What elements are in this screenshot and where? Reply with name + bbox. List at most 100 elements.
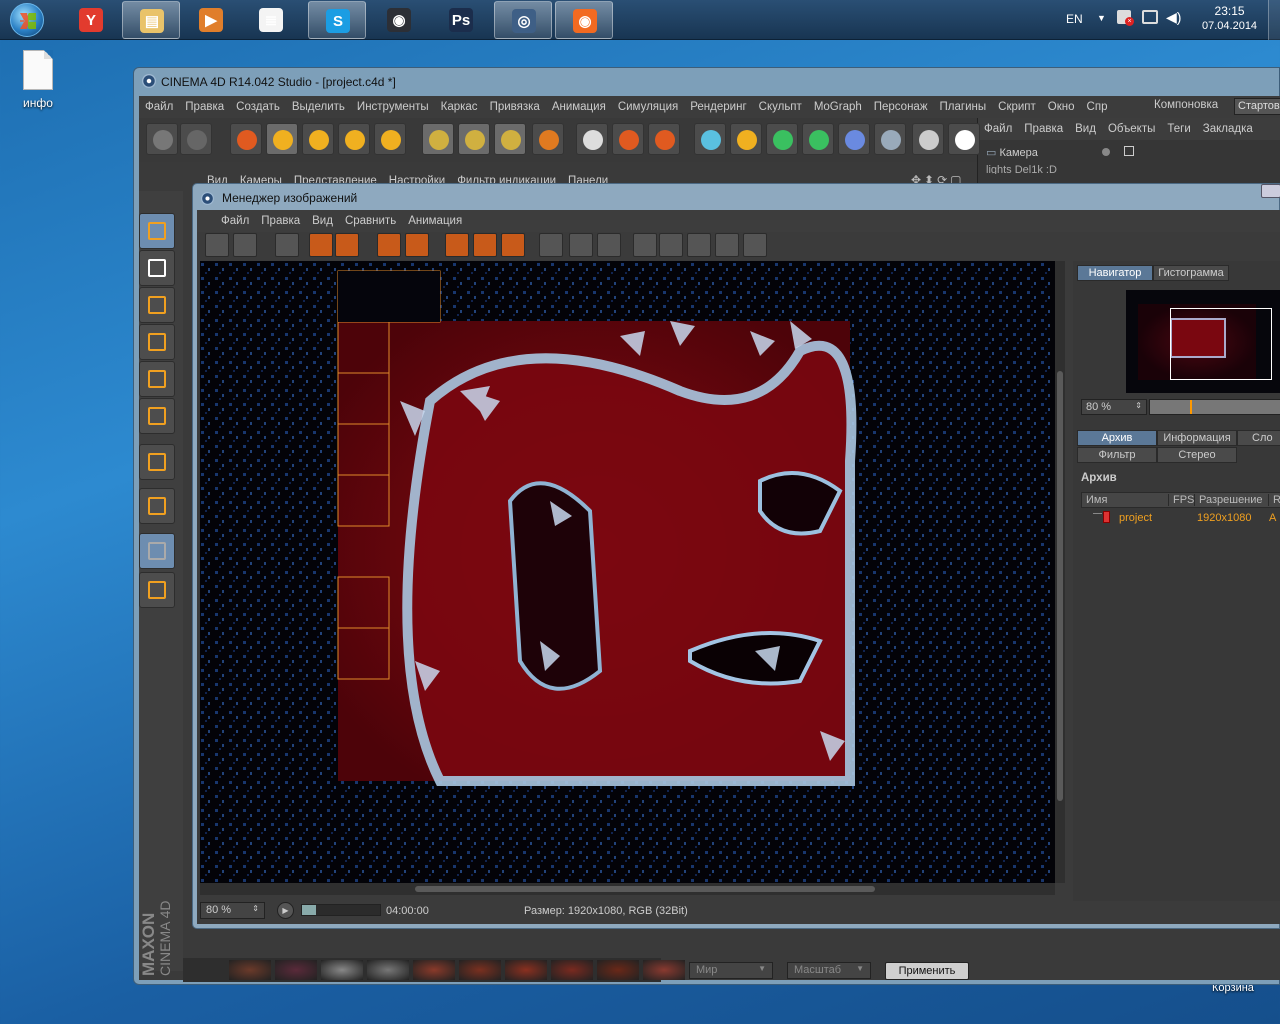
compare-ab-button[interactable] (687, 233, 711, 257)
menu-item[interactable]: Привязка (484, 101, 546, 113)
taskbar-cinema4d[interactable]: ◎ (494, 1, 552, 39)
material-swatch[interactable] (275, 960, 317, 980)
menu-item[interactable]: Анимация (546, 101, 612, 113)
lock-workplane-button[interactable] (139, 533, 175, 569)
view-swap-button[interactable] (569, 233, 593, 257)
rotate-button[interactable] (338, 123, 370, 155)
menu-item[interactable]: Спр (1081, 101, 1114, 113)
copy-button[interactable] (377, 233, 401, 257)
im-menu-item[interactable]: Сравнить (339, 215, 402, 227)
render-region-button[interactable] (275, 233, 299, 257)
nurbs-button[interactable] (766, 123, 798, 155)
im-menu-item[interactable]: Правка (255, 215, 306, 227)
menu-item[interactable]: Правка (179, 101, 230, 113)
array-button[interactable] (802, 123, 834, 155)
remove-image-button[interactable] (309, 233, 333, 257)
image-viewer[interactable] (200, 261, 1055, 883)
im-menu-item[interactable]: Вид (306, 215, 339, 227)
menu-item[interactable]: Файл (139, 101, 179, 113)
taskbar-origin[interactable]: ◉ (555, 1, 613, 39)
material-swatch[interactable] (413, 960, 455, 980)
redo-button[interactable] (180, 123, 212, 155)
taskbar-skype[interactable]: S (308, 1, 366, 39)
open-file-button[interactable] (205, 233, 229, 257)
menu-item[interactable]: Инструменты (351, 101, 435, 113)
model-mode-button[interactable] (139, 213, 175, 249)
tag-icon[interactable] (1124, 146, 1134, 156)
menu-item[interactable]: Каркас (435, 101, 484, 113)
render-picture-button[interactable] (612, 123, 644, 155)
action-center-icon[interactable]: × (1117, 10, 1134, 26)
axis-mode-button[interactable] (139, 444, 175, 480)
volume-icon[interactable]: ◀) (1166, 9, 1181, 26)
c4d-title-bar[interactable]: CINEMA 4D R14.042 Studio - [project.c4d … (134, 68, 1279, 96)
network-icon[interactable] (1142, 10, 1158, 24)
menu-item[interactable]: MoGraph (808, 101, 868, 113)
menu-item[interactable]: Персонаж (868, 101, 934, 113)
spline-button[interactable] (730, 123, 762, 155)
nav-zoom-field[interactable]: 80 % ⇕ (1081, 399, 1147, 415)
layout-select[interactable]: Стартов (1234, 98, 1280, 115)
viewer-vertical-scrollbar[interactable] (1055, 261, 1065, 883)
taskbar-steam[interactable]: ◉ (370, 1, 428, 39)
viewer-horizontal-scrollbar[interactable] (200, 883, 1055, 895)
render-settings-button[interactable] (648, 123, 680, 155)
menu-item[interactable]: Скрипт (992, 101, 1042, 113)
menu-item[interactable]: Плагины (934, 101, 993, 113)
material-swatch[interactable] (643, 960, 685, 980)
zoom-field[interactable]: 80 % ⇕ (200, 902, 265, 919)
start-button[interactable] (2, 0, 52, 40)
cube-button[interactable] (694, 123, 726, 155)
apply-button[interactable]: Применить (885, 962, 969, 980)
compare-b-button[interactable] (659, 233, 683, 257)
x-axis-button[interactable] (422, 123, 454, 155)
nav-zoom-slider[interactable] (1149, 399, 1280, 415)
material-swatch[interactable] (367, 960, 409, 980)
view-a-button[interactable] (539, 233, 563, 257)
material-swatch[interactable] (459, 960, 501, 980)
polygons-mode-button[interactable] (139, 398, 175, 434)
menu-item[interactable]: Выделить (286, 101, 351, 113)
snap-button[interactable] (139, 488, 175, 524)
add-button[interactable] (374, 123, 406, 155)
compare-a-button[interactable] (633, 233, 657, 257)
objects-menu-item[interactable]: Правка (1018, 123, 1069, 135)
tab-filter[interactable]: Фильтр (1077, 447, 1157, 463)
tab-navigator[interactable]: Навигатор (1077, 265, 1153, 281)
material-swatch[interactable] (505, 960, 547, 980)
object-row[interactable]: lights Del1k :D (986, 164, 1057, 174)
taskbar-media-player[interactable]: ▶ (182, 1, 240, 39)
tab-layers[interactable]: Сло (1237, 430, 1280, 446)
objects-menu-item[interactable]: Вид (1069, 123, 1102, 135)
im-menu-item[interactable]: Файл (215, 215, 255, 227)
view-single-button[interactable] (445, 233, 469, 257)
desktop-icon-info[interactable]: инфо (14, 50, 62, 120)
scale-mode-select[interactable]: Масштаб ▼ (787, 962, 871, 979)
tab-stereo[interactable]: Стерео (1157, 447, 1237, 463)
clock[interactable]: 23:15 07.04.2014 (1202, 4, 1257, 34)
z-axis-button[interactable] (494, 123, 526, 155)
tab-archive[interactable]: Архив (1077, 430, 1157, 446)
taskbar-photoshop[interactable]: Ps (432, 1, 490, 39)
render-view-button[interactable] (576, 123, 608, 155)
taskbar-file-explorer[interactable]: ▤ (122, 1, 180, 39)
tab-histogram[interactable]: Гистограмма (1153, 265, 1229, 281)
view-b-button[interactable] (597, 233, 621, 257)
table-row[interactable]: project 1920x1080 A (1081, 510, 1280, 528)
tab-information[interactable]: Информация (1157, 430, 1237, 446)
im-menu-item[interactable]: Анимация (402, 215, 468, 227)
minimize-button[interactable] (1261, 184, 1280, 198)
move-button[interactable] (266, 123, 298, 155)
undo-button[interactable] (146, 123, 178, 155)
material-swatch[interactable] (597, 960, 639, 980)
taskbar-document-viewer[interactable]: ≣ (242, 1, 300, 39)
remove-all-button[interactable] (335, 233, 359, 257)
menu-item[interactable]: Окно (1042, 101, 1081, 113)
view-pair-button[interactable] (473, 233, 497, 257)
workplane-button[interactable] (139, 287, 175, 323)
playback-progress[interactable] (301, 904, 381, 916)
objects-menu-item[interactable]: Объекты (1102, 123, 1161, 135)
view-ab-button[interactable] (501, 233, 525, 257)
tray-expand-icon[interactable]: ▼ (1097, 13, 1106, 23)
menu-item[interactable]: Рендеринг (684, 101, 752, 113)
